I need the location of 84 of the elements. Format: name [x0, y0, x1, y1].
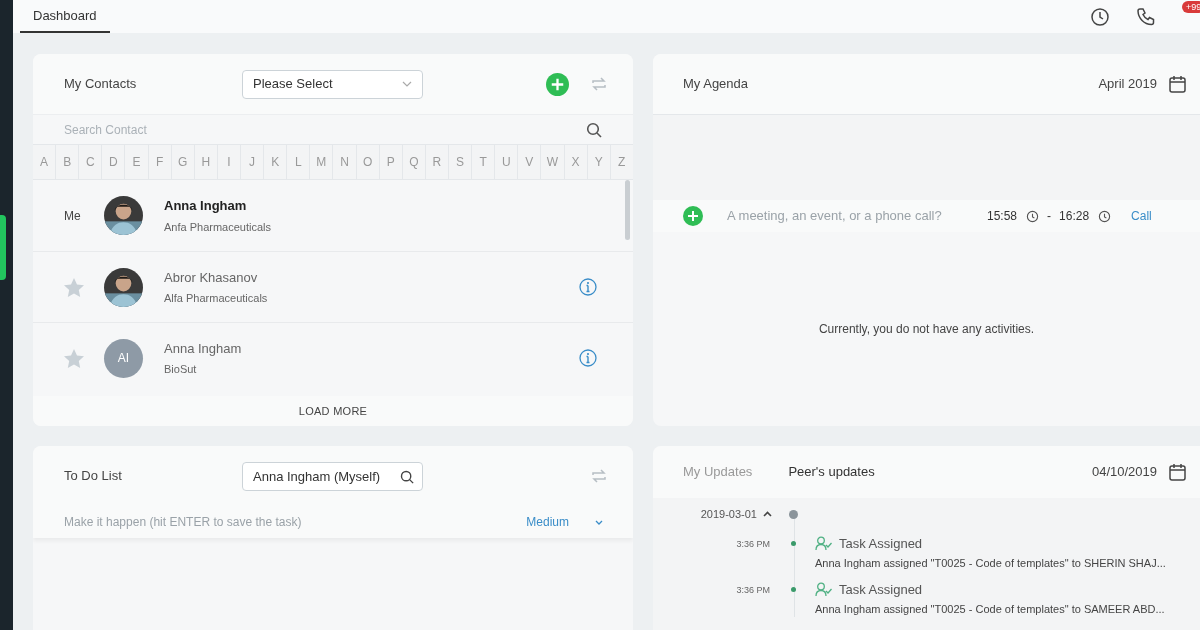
- letter-filter[interactable]: O: [355, 145, 379, 179]
- clock-icon[interactable]: [1026, 209, 1040, 223]
- info-icon[interactable]: [579, 278, 597, 296]
- panel-title: My Contacts: [64, 75, 138, 94]
- chevron-down-icon: [402, 81, 412, 87]
- priority-dropdown[interactable]: Medium: [526, 513, 603, 531]
- refresh-icon[interactable]: [590, 467, 608, 485]
- letter-filter[interactable]: X: [563, 145, 587, 179]
- notification-badge: +99: [1182, 1, 1200, 13]
- update-description: Anna Ingham assigned "T0025 - Code of templates" to SAMEER ABD...: [815, 601, 1165, 617]
- scrollbar[interactable]: [625, 180, 630, 240]
- phone-icon[interactable]: [1136, 6, 1156, 27]
- letter-filter[interactable]: Q: [401, 145, 425, 179]
- letter-filter[interactable]: Y: [586, 145, 610, 179]
- calendar-icon[interactable]: [1169, 75, 1186, 93]
- activity-input-field[interactable]: A meeting, an event, or a phone call?: [727, 206, 987, 226]
- activity-type-link[interactable]: Call: [1131, 207, 1152, 225]
- update-time: 3:36 PM: [735, 538, 770, 551]
- month-label: April 2019: [1098, 75, 1157, 94]
- add-icon[interactable]: [546, 72, 569, 96]
- letter-filter[interactable]: K: [263, 145, 287, 179]
- letter-filter[interactable]: V: [517, 145, 541, 179]
- date-label: 04/10/2019: [1091, 463, 1157, 482]
- letter-filter[interactable]: E: [124, 145, 148, 179]
- contact-name[interactable]: Anna Ingham: [164, 338, 579, 358]
- empty-message: Currently, you do not have any activities.: [818, 321, 1035, 338]
- dashboard-tab[interactable]: Dashboard: [20, 0, 110, 33]
- star-icon[interactable]: [64, 277, 84, 297]
- info-icon[interactable]: [579, 349, 597, 367]
- update-title: Task Assigned: [839, 581, 923, 599]
- chevron-down-icon: [595, 519, 603, 525]
- update-description: Anna Ingham assigned "T0025 - Code of templates" to SHERIN SHAJ...: [815, 555, 1166, 571]
- company-name: Anfa Pharmaceuticals: [164, 219, 272, 235]
- user-check-icon: [815, 536, 832, 552]
- letter-filter[interactable]: I: [216, 145, 240, 179]
- updates-tab[interactable]: Peer's updates: [788, 462, 875, 482]
- user-check-icon: [815, 582, 832, 598]
- search-contact-field[interactable]: Search Contact: [64, 120, 586, 139]
- panel-title: My Agenda: [683, 75, 750, 94]
- task-input-field[interactable]: Make it happen (hit ENTER to save the task): [64, 513, 527, 531]
- panel-title: To Do List: [64, 467, 123, 486]
- letter-filter[interactable]: L: [286, 145, 310, 179]
- company-name: BioSut: [164, 362, 198, 377]
- contact-name[interactable]: Abror Khasanov: [164, 267, 579, 287]
- letter-filter[interactable]: S: [447, 145, 472, 179]
- letter-filter[interactable]: W: [540, 145, 564, 179]
- initials-avatar: AI: [104, 338, 143, 378]
- letter-filter[interactable]: P: [378, 145, 402, 179]
- start-time[interactable]: 15:58: [987, 207, 1018, 225]
- letter-filter[interactable]: D: [101, 145, 125, 179]
- letter-filter[interactable]: M: [309, 145, 333, 179]
- star-icon[interactable]: [64, 348, 84, 368]
- date-label: 2019-03-01: [699, 506, 757, 522]
- add-icon[interactable]: [683, 206, 703, 226]
- assignee-search-field[interactable]: Anna Ingham (Myself): [242, 461, 423, 491]
- letter-filter[interactable]: U: [494, 145, 518, 179]
- company-name: Alfa Pharmaceuticals: [164, 291, 269, 306]
- search-icon: [586, 121, 602, 138]
- clock-icon[interactable]: [1090, 6, 1110, 27]
- calendar-icon[interactable]: [1169, 463, 1186, 481]
- time-separator: -: [1047, 208, 1052, 225]
- chevron-up-icon[interactable]: [763, 511, 772, 517]
- letter-filter[interactable]: G: [170, 145, 194, 179]
- letter-filter[interactable]: R: [424, 145, 448, 179]
- refresh-icon[interactable]: [590, 75, 608, 93]
- letter-filter[interactable]: F: [147, 145, 171, 179]
- updates-tab[interactable]: My Updates: [683, 462, 753, 482]
- end-time[interactable]: 16:28: [1059, 207, 1090, 225]
- update-title: Task Assigned: [839, 535, 923, 553]
- letter-filter[interactable]: C: [78, 145, 102, 179]
- update-time: 3:36 PM: [735, 584, 770, 597]
- letter-filter[interactable]: T: [471, 145, 495, 179]
- clock-icon[interactable]: [1098, 209, 1112, 223]
- letter-filter[interactable]: B: [55, 145, 79, 179]
- letter-filter[interactable]: N: [332, 145, 356, 179]
- active-indicator: [0, 215, 6, 280]
- letter-filter[interactable]: H: [193, 145, 217, 179]
- contact-name[interactable]: Anna Ingham: [164, 196, 597, 216]
- letter-filter[interactable]: Z: [609, 145, 633, 179]
- search-icon: [400, 469, 414, 484]
- letter-filter[interactable]: J: [240, 145, 264, 179]
- me-label: Me: [64, 207, 81, 225]
- contact-group-dropdown[interactable]: Please Select: [242, 69, 423, 99]
- letter-filter[interactable]: A: [33, 145, 56, 179]
